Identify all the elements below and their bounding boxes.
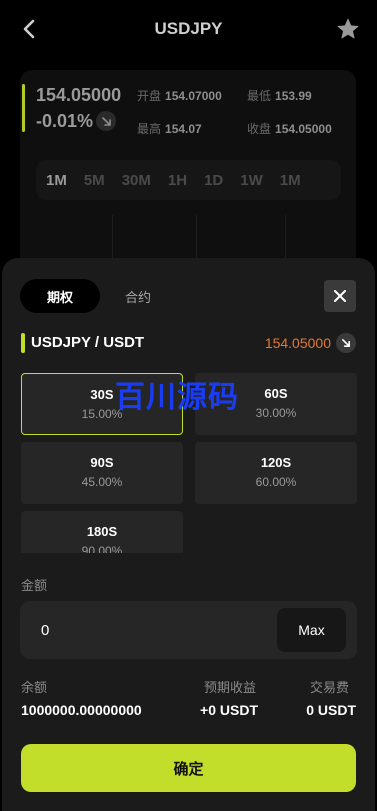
pair-accent-bar [21, 333, 25, 353]
close-button[interactable] [324, 280, 356, 312]
confirm-button[interactable]: 确定 [21, 744, 356, 792]
option-percent: 60.00% [255, 475, 297, 489]
option-card-90s[interactable]: 90S 45.00% [21, 442, 183, 504]
option-percent: 45.00% [81, 475, 123, 489]
balance-value: 1000000.00000000 [21, 702, 142, 718]
timeframe-1h[interactable]: 1H [168, 172, 187, 189]
max-button[interactable]: Max [277, 608, 346, 652]
amount-value: 0 [41, 622, 50, 639]
stat-open: 开盘 154.07000 [137, 89, 222, 103]
option-time: 120S [260, 455, 292, 470]
fee-value: 0 USDT [306, 702, 356, 718]
timeframe-1m[interactable]: 1M [46, 172, 67, 189]
pair-name: USDJPY / USDT [31, 334, 145, 351]
pair-price: 154.05000 [264, 335, 331, 351]
arrow-down-right-icon [96, 111, 116, 131]
balance-label: 余额 [21, 680, 48, 695]
quote-price: 154.05000 [36, 85, 122, 105]
star-icon[interactable] [335, 16, 361, 42]
timeframe-30m[interactable]: 30M [122, 172, 151, 189]
timeframe-1w[interactable]: 1W [240, 172, 263, 189]
option-time: 90S [90, 455, 114, 470]
header-bar: USDJPY [0, 0, 377, 60]
stat-high: 最高 154.07 [137, 122, 202, 136]
amount-label: 金额 [21, 578, 48, 593]
page-title: USDJPY [154, 19, 223, 38]
stat-low: 最低 153.99 [247, 89, 312, 103]
option-card-120s[interactable]: 120S 60.00% [195, 442, 357, 504]
timeframe-1mo[interactable]: 1M [280, 172, 301, 189]
tab-contract[interactable]: 合约 [100, 279, 176, 313]
close-icon [334, 290, 346, 302]
arrow-down-right-icon [336, 333, 356, 353]
option-card-180s[interactable]: 180S 90.00% [21, 511, 183, 553]
quote-accent-bar [22, 84, 25, 132]
expected-profit-label: 预期收益 [203, 680, 256, 695]
option-time: 180S [86, 524, 118, 539]
tab-options[interactable]: 期权 [20, 279, 100, 313]
watermark-text: 百川源码 [115, 381, 239, 414]
timeframe-selector: 1M 5M 30M 1H 1D 1W 1M [36, 160, 341, 200]
quote-change: -0.01% [36, 111, 94, 131]
stat-close: 收盘 154.05000 [247, 122, 332, 136]
order-type-tabs: 期权 合约 [20, 279, 176, 313]
option-percent: 90.00% [81, 544, 123, 553]
timeframe-1d[interactable]: 1D [204, 172, 223, 189]
timeframe-5m[interactable]: 5M [84, 172, 105, 189]
fee-label: 交易费 [309, 680, 349, 695]
expected-profit-value: +0 USDT [200, 702, 258, 718]
